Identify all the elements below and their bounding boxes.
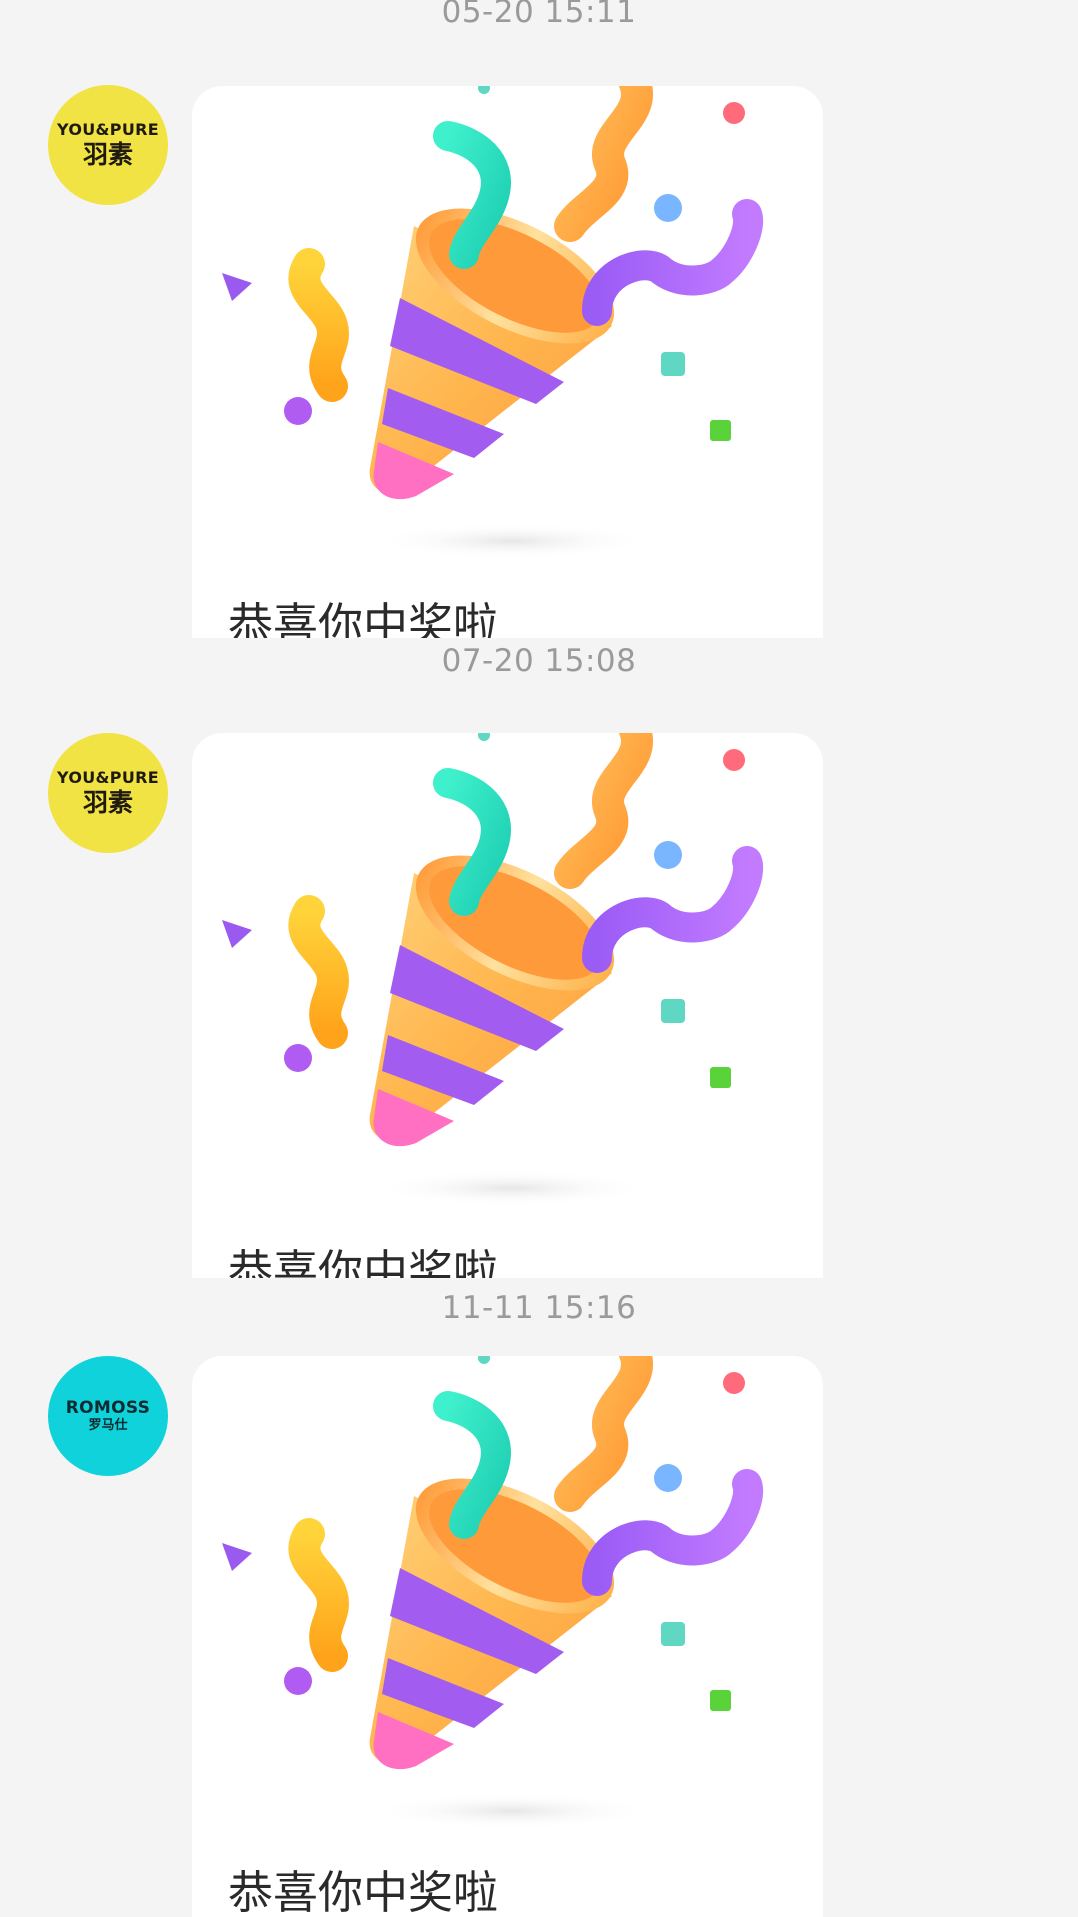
- avatar-brand-cn: 羽素: [82, 140, 133, 169]
- avatar-brand-en: ROMOSS: [65, 1398, 151, 1418]
- avatar-brand-cn: 羽素: [82, 788, 133, 817]
- party-popper-icon: [192, 1356, 823, 1876]
- romoss-avatar[interactable]: ROMOSS 罗马仕: [48, 1356, 168, 1476]
- avatar-brand-en: YOU&PURE: [57, 768, 159, 787]
- message-timestamp: 05-20 15:11: [441, 0, 637, 30]
- message-timestamp: 11-11 15:16: [441, 1290, 637, 1326]
- prize-card[interactable]: 恭喜你中奖啦: [192, 733, 823, 1278]
- prize-card[interactable]: 恭喜你中奖啦: [192, 1356, 823, 1917]
- card-title: 恭喜你中奖啦: [228, 1866, 499, 1917]
- message-timestamp: 07-20 15:08: [441, 643, 637, 679]
- card-title: 恭喜你中奖啦: [228, 598, 499, 638]
- avatar-brand-cn: 罗马仕: [88, 1418, 128, 1433]
- card-title: 恭喜你中奖啦: [228, 1245, 499, 1278]
- you-and-pure-avatar[interactable]: YOU&PURE 羽素: [48, 85, 168, 205]
- avatar-brand-en: YOU&PURE: [57, 120, 159, 139]
- you-and-pure-avatar[interactable]: YOU&PURE 羽素: [48, 733, 168, 853]
- party-popper-icon: [192, 86, 823, 606]
- prize-card[interactable]: 恭喜你中奖啦: [192, 86, 823, 638]
- party-popper-icon: [192, 733, 823, 1253]
